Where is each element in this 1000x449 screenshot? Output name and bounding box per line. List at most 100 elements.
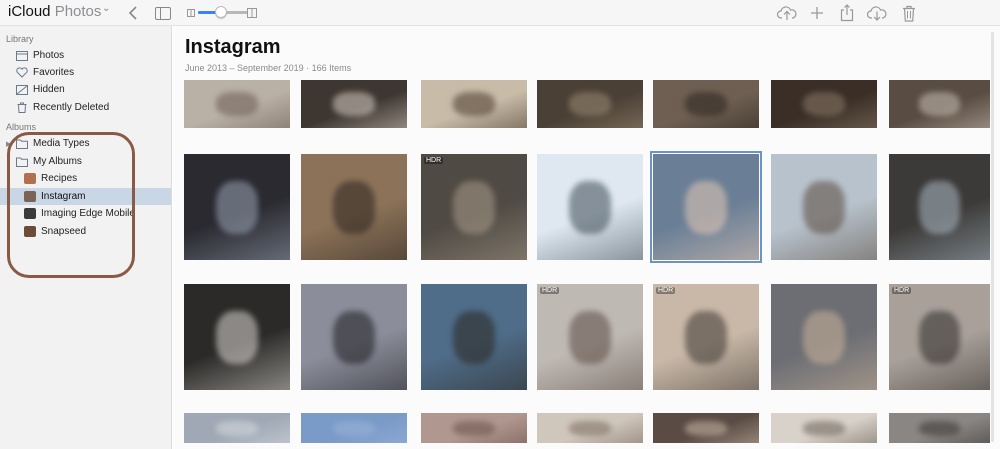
photo-thumbnail[interactable]: HDR (889, 284, 990, 390)
albums-section-label: Albums (6, 122, 37, 132)
zoom-large-icon (246, 3, 258, 23)
photo-thumbnail[interactable] (889, 154, 990, 260)
photo-subject (332, 92, 376, 116)
sidebar-item-hidden[interactable]: Hidden (0, 81, 171, 98)
photo-thumbnail[interactable] (301, 284, 407, 390)
photo-subject (215, 92, 259, 116)
hdr-badge: HDR (656, 287, 676, 294)
album-thumb-icon (24, 208, 36, 219)
zoom-slider-knob[interactable] (214, 6, 227, 18)
sidebar-item-recently-deleted[interactable]: Recently Deleted (0, 99, 171, 116)
trash-icon[interactable] (900, 3, 918, 23)
sidebar-item-label: Favorites (33, 67, 75, 78)
trash-icon (16, 102, 28, 113)
sidebar-item-label: Imaging Edge Mobile (41, 208, 135, 219)
sidebar-item-recipes[interactable]: Recipes (0, 170, 171, 187)
sidebar-item-label: Instagram (41, 191, 86, 202)
photo-subject (684, 310, 728, 364)
photo-subject (332, 180, 376, 234)
scrollbar[interactable] (991, 32, 994, 442)
photo-thumbnail[interactable] (184, 80, 290, 128)
app-brand[interactable]: iCloud Photos ⌄ (8, 3, 110, 20)
sidebar-item-label: My Albums (33, 156, 82, 167)
brand-sub: Photos (54, 3, 102, 20)
sidebar-item-media-types[interactable]: ▶ Media Types (0, 135, 171, 152)
photo-thumbnail[interactable]: HDR (653, 284, 759, 390)
photo-thumbnail[interactable] (771, 154, 877, 260)
heart-icon (16, 67, 28, 78)
photo-subject (215, 310, 259, 364)
album-thumb-icon (24, 191, 36, 202)
photo-subject (802, 310, 846, 364)
sidebar-item-label: Hidden (33, 84, 65, 95)
photo-thumbnail[interactable] (889, 80, 990, 128)
photo-subject (568, 92, 612, 116)
photo-subject (452, 420, 496, 436)
photo-subject (568, 420, 612, 436)
brand-main: iCloud (8, 3, 51, 20)
photo-thumbnail[interactable] (301, 413, 407, 443)
photos-icon (16, 50, 28, 61)
folder-icon (16, 156, 28, 167)
chevron-down-icon[interactable]: ⌄ (102, 3, 110, 14)
download-icon[interactable] (866, 3, 888, 23)
photo-thumbnail[interactable] (184, 154, 290, 260)
sidebar-item-label: Photos (33, 50, 65, 61)
share-icon[interactable] (838, 3, 856, 23)
photo-thumbnail[interactable]: HDR (421, 154, 527, 260)
hdr-badge: HDR (424, 157, 444, 164)
photo-thumbnail[interactable] (184, 413, 290, 443)
sidebar-item-imaging-edge-mobile[interactable]: Imaging Edge Mobile (0, 205, 171, 222)
photo-thumbnail[interactable] (537, 413, 643, 443)
sidebar-item-favorites[interactable]: Favorites (0, 64, 171, 81)
photo-grid-area: Instagram June 2013 – September 2019 · 1… (173, 26, 1000, 449)
photo-thumbnail[interactable] (537, 154, 643, 260)
photo-thumbnail[interactable] (537, 80, 643, 128)
photo-subject (684, 92, 728, 116)
photo-subject (215, 420, 259, 436)
photo-subject (802, 180, 846, 234)
photo-thumbnail[interactable] (421, 80, 527, 128)
photo-thumbnail[interactable] (653, 413, 759, 443)
photo-subject (452, 180, 496, 234)
zoom-small-icon (186, 3, 196, 23)
sidebar-item-my-albums[interactable]: My Albums (0, 153, 171, 170)
page-title: Instagram (185, 36, 281, 58)
photo-thumbnail[interactable] (184, 284, 290, 390)
photo-thumbnail[interactable] (653, 80, 759, 128)
photo-subject (332, 420, 376, 436)
photo-subject (802, 420, 846, 436)
upload-icon[interactable] (776, 3, 798, 23)
photo-subject (919, 180, 960, 234)
photo-subject (568, 180, 612, 234)
photo-thumbnail[interactable] (421, 284, 527, 390)
photo-thumbnail[interactable] (771, 413, 877, 443)
photo-thumbnail[interactable] (771, 284, 877, 390)
album-date-range: June 2013 – September 2019 · 166 Items (185, 63, 352, 73)
photo-thumbnail[interactable] (301, 80, 407, 128)
folder-icon (16, 138, 28, 149)
photo-thumbnail[interactable] (421, 413, 527, 443)
photo-thumbnail[interactable] (771, 80, 877, 128)
album-thumb-icon (24, 226, 36, 237)
back-chevron-icon[interactable] (126, 3, 140, 23)
sidebar-item-snapseed[interactable]: Snapseed (0, 223, 171, 240)
hidden-icon (16, 84, 28, 95)
photo-thumbnail[interactable] (301, 154, 407, 260)
photo-subject (919, 92, 960, 116)
photo-subject (802, 92, 846, 116)
hdr-badge: HDR (540, 287, 560, 294)
photo-subject (919, 420, 960, 436)
photo-thumbnail[interactable] (650, 151, 762, 263)
toolbar: iCloud Photos ⌄ (0, 0, 1000, 26)
zoom-slider[interactable] (198, 6, 248, 18)
sidebar-item-label: Recently Deleted (33, 102, 110, 113)
sidebar-item-photos[interactable]: Photos (0, 47, 171, 64)
sidebar-toggle-icon[interactable] (154, 3, 172, 23)
photo-thumbnail[interactable]: HDR (537, 284, 643, 390)
sidebar-item-instagram[interactable]: Instagram (0, 188, 171, 205)
photo-thumbnail[interactable] (889, 413, 990, 443)
disclosure-triangle-icon[interactable]: ▶ (6, 140, 16, 148)
add-icon[interactable] (808, 3, 826, 23)
photo-subject (684, 180, 728, 234)
